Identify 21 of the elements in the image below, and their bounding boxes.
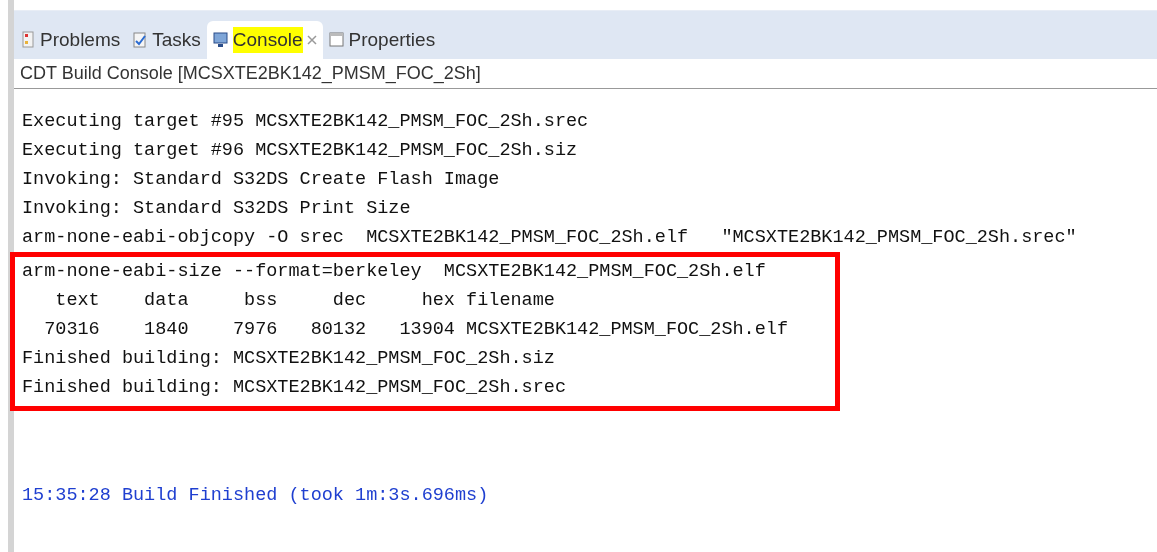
console-line: Finished building: MCSXTE2BK142_PMSM_FOC_2Sh.srec (22, 376, 567, 400)
view-tab[interactable]: Console (206, 21, 323, 59)
console-line: Executing target #96 MCSXTE2BK142_PMSM_FOC_2Sh.siz (22, 139, 579, 163)
window-icon (328, 31, 345, 49)
console-line: arm-none-eabi-size --format=berkeley MCSXTE2BK142_PMSM_FOC_2Sh.elf (22, 260, 767, 284)
view-tab[interactable]: Properties (322, 21, 442, 59)
console-line: Executing target #95 MCSXTE2BK142_PMSM_FOC_2Sh.srec (22, 110, 590, 134)
console-line: 70316 1840 7976 80132 13904 MCSXTE2BK142_PMSM_FOC_2Sh.elf (43, 318, 790, 342)
close-icon[interactable] (306, 35, 317, 45)
view-tab[interactable]: Tasks (126, 21, 207, 59)
console-line: Invoking: Standard S32DS Create Flash Image (22, 168, 501, 192)
console-line: 15:35:28 Build Finished (took 1m:3s.696ms) (22, 484, 490, 508)
console-line: arm-none-eabi-objcopy -O srec MCSXTE2BK142_PMSM_FOC_2Sh.elf "MCSXTE2BK142_PMSM_FOC_2Sh.srec" (22, 226, 1078, 250)
console-line: Finished building: MCSXTE2BK142_PMSM_FOC_2Sh.siz (22, 347, 556, 371)
monitor-icon (212, 31, 229, 49)
task-list-icon (132, 31, 149, 49)
console-line: text data bss dec hex filename (54, 289, 556, 313)
console-title: CDT Build Console [MCSXTE2BK142_PMSM_FOC_2Sh] (14, 59, 1157, 89)
console-line: Invoking: Standard S32DS Print Size (22, 197, 412, 221)
problems-icon (22, 31, 36, 49)
view-tab[interactable]: Problems (16, 21, 127, 59)
